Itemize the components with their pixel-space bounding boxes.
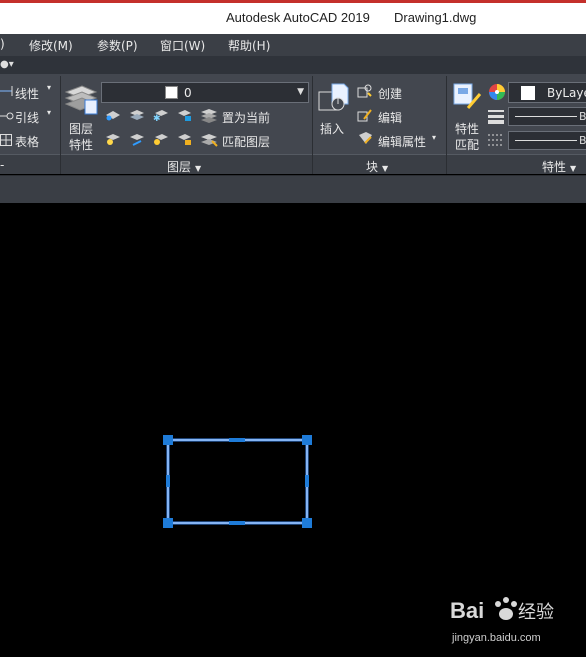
layer-thaw-icon[interactable] [152, 132, 168, 149]
layer-color-swatch [165, 86, 178, 99]
match-layer-button[interactable]: 匹配图层 [222, 133, 270, 150]
ribbon-panel-titles: - 图层 ▼ 块 ▼ 特性 ▼ [0, 154, 586, 174]
svg-text:经验: 经验 [518, 602, 554, 623]
linear-dim-button[interactable]: 线性 [15, 85, 39, 102]
linetype-dropdown[interactable]: B [508, 131, 586, 150]
lineweight-preview [515, 116, 577, 117]
create-block-button[interactable]: 创建 [378, 85, 402, 102]
layers-panel-title[interactable]: 图层 ▼ [167, 158, 201, 175]
lineweight-value: B [579, 110, 586, 123]
table-button[interactable]: 表格 [15, 133, 39, 150]
panel-divider [60, 76, 61, 174]
grip-top-left[interactable] [163, 435, 173, 445]
grip-top-mid[interactable] [229, 438, 245, 442]
color-value: ByLaye [547, 86, 586, 100]
lineweight-icon[interactable] [488, 108, 504, 127]
watermark-url: jingyan.baidu.com [452, 632, 541, 644]
layer-copy-icon[interactable] [129, 132, 145, 149]
title-accent-line [0, 0, 586, 3]
menu-bar: ) 修改(M) 参数(P) 窗口(W) 帮助(H) [0, 34, 586, 56]
layer-isolate-icon[interactable] [105, 108, 121, 125]
linear-dropdown-icon[interactable]: ▾ [47, 83, 51, 92]
leader-button[interactable]: 引线 [15, 109, 39, 126]
title-bar: Autodesk AutoCAD 2019 Drawing1.dwg [0, 0, 586, 34]
linear-dim-icon[interactable] [0, 84, 14, 101]
menu-item-help[interactable]: 帮助(H) [228, 37, 270, 54]
insert-block-icon[interactable] [318, 82, 350, 119]
grip-bottom-left[interactable] [163, 518, 173, 528]
svg-text:✱: ✱ [153, 114, 161, 122]
lineweight-dropdown[interactable]: B [508, 107, 586, 126]
edit-attributes-icon[interactable] [357, 131, 373, 150]
match-layer-icon[interactable] [200, 131, 218, 150]
menu-item-modify[interactable]: 修改(M) [29, 37, 73, 54]
layer-lock-icon[interactable] [176, 108, 192, 125]
block-panel-title[interactable]: 块 ▼ [366, 158, 388, 175]
match-properties-label-1[interactable]: 特性 [455, 120, 479, 137]
rectangle-highlight [167, 439, 308, 524]
grip-bottom-right[interactable] [302, 518, 312, 528]
grip-left-mid[interactable] [166, 475, 170, 487]
insert-button[interactable]: 插入 [320, 120, 344, 137]
leader-icon[interactable] [0, 109, 14, 126]
make-current-icon[interactable] [200, 107, 218, 126]
layer-dropdown[interactable]: 0 ▼ [101, 82, 309, 103]
menu-item-window[interactable]: 窗口(W) [160, 37, 205, 54]
linetype-preview [515, 140, 577, 141]
layer-on-icon[interactable] [105, 132, 121, 149]
edit-attributes-button[interactable]: 编辑属性 [378, 133, 426, 150]
layer-unlock-icon[interactable] [176, 132, 192, 149]
current-layer-value: 0 [184, 86, 192, 100]
app-title: Autodesk AutoCAD 2019 [226, 10, 370, 25]
color-wheel-icon[interactable] [488, 83, 506, 104]
color-swatch [521, 86, 535, 100]
linetype-value: B [579, 134, 586, 147]
annotation-panel-title[interactable]: - [0, 158, 4, 172]
edit-attributes-dropdown-icon[interactable]: ▾ [432, 133, 436, 142]
menu-item-partial[interactable]: ) [0, 37, 5, 51]
create-block-icon[interactable] [357, 83, 373, 102]
menu-item-parameters[interactable]: 参数(P) [97, 37, 138, 54]
make-current-button[interactable]: 置为当前 [222, 109, 270, 126]
quick-access-dropdown-icon[interactable]: ●▾ [0, 59, 14, 70]
color-dropdown[interactable]: ByLaye [508, 82, 586, 103]
layer-properties-label-1[interactable]: 图层 [69, 120, 93, 137]
layer-freeze-icon[interactable]: ✱ [152, 108, 168, 125]
linetype-icon[interactable] [488, 132, 504, 151]
leader-dropdown-icon[interactable]: ▾ [47, 108, 51, 117]
file-tab-bar [0, 175, 586, 203]
ribbon-tab-strip: ●▾ [0, 56, 586, 74]
match-properties-label-2[interactable]: 匹配 [455, 136, 479, 153]
baidu-jingyan-logo: Bai 经验 [448, 588, 558, 635]
grip-bottom-mid[interactable] [229, 521, 245, 525]
grip-top-right[interactable] [302, 435, 312, 445]
table-icon[interactable] [0, 134, 12, 149]
document-title: Drawing1.dwg [394, 10, 477, 25]
chevron-down-icon[interactable]: ▼ [297, 87, 304, 97]
selected-rectangle[interactable] [166, 438, 309, 525]
panel-divider [312, 76, 313, 174]
grip-right-mid[interactable] [305, 475, 309, 487]
layer-walk-icon[interactable] [129, 108, 145, 125]
match-properties-icon[interactable] [452, 82, 482, 117]
edit-block-icon[interactable] [357, 107, 373, 126]
edit-block-button[interactable]: 编辑 [378, 109, 402, 126]
layer-properties-icon[interactable] [64, 82, 98, 119]
properties-panel-title[interactable]: 特性 ▼ [542, 158, 576, 175]
panel-divider [446, 76, 447, 174]
svg-text:Bai: Bai [450, 598, 484, 623]
layer-properties-label-2[interactable]: 特性 [69, 136, 93, 153]
